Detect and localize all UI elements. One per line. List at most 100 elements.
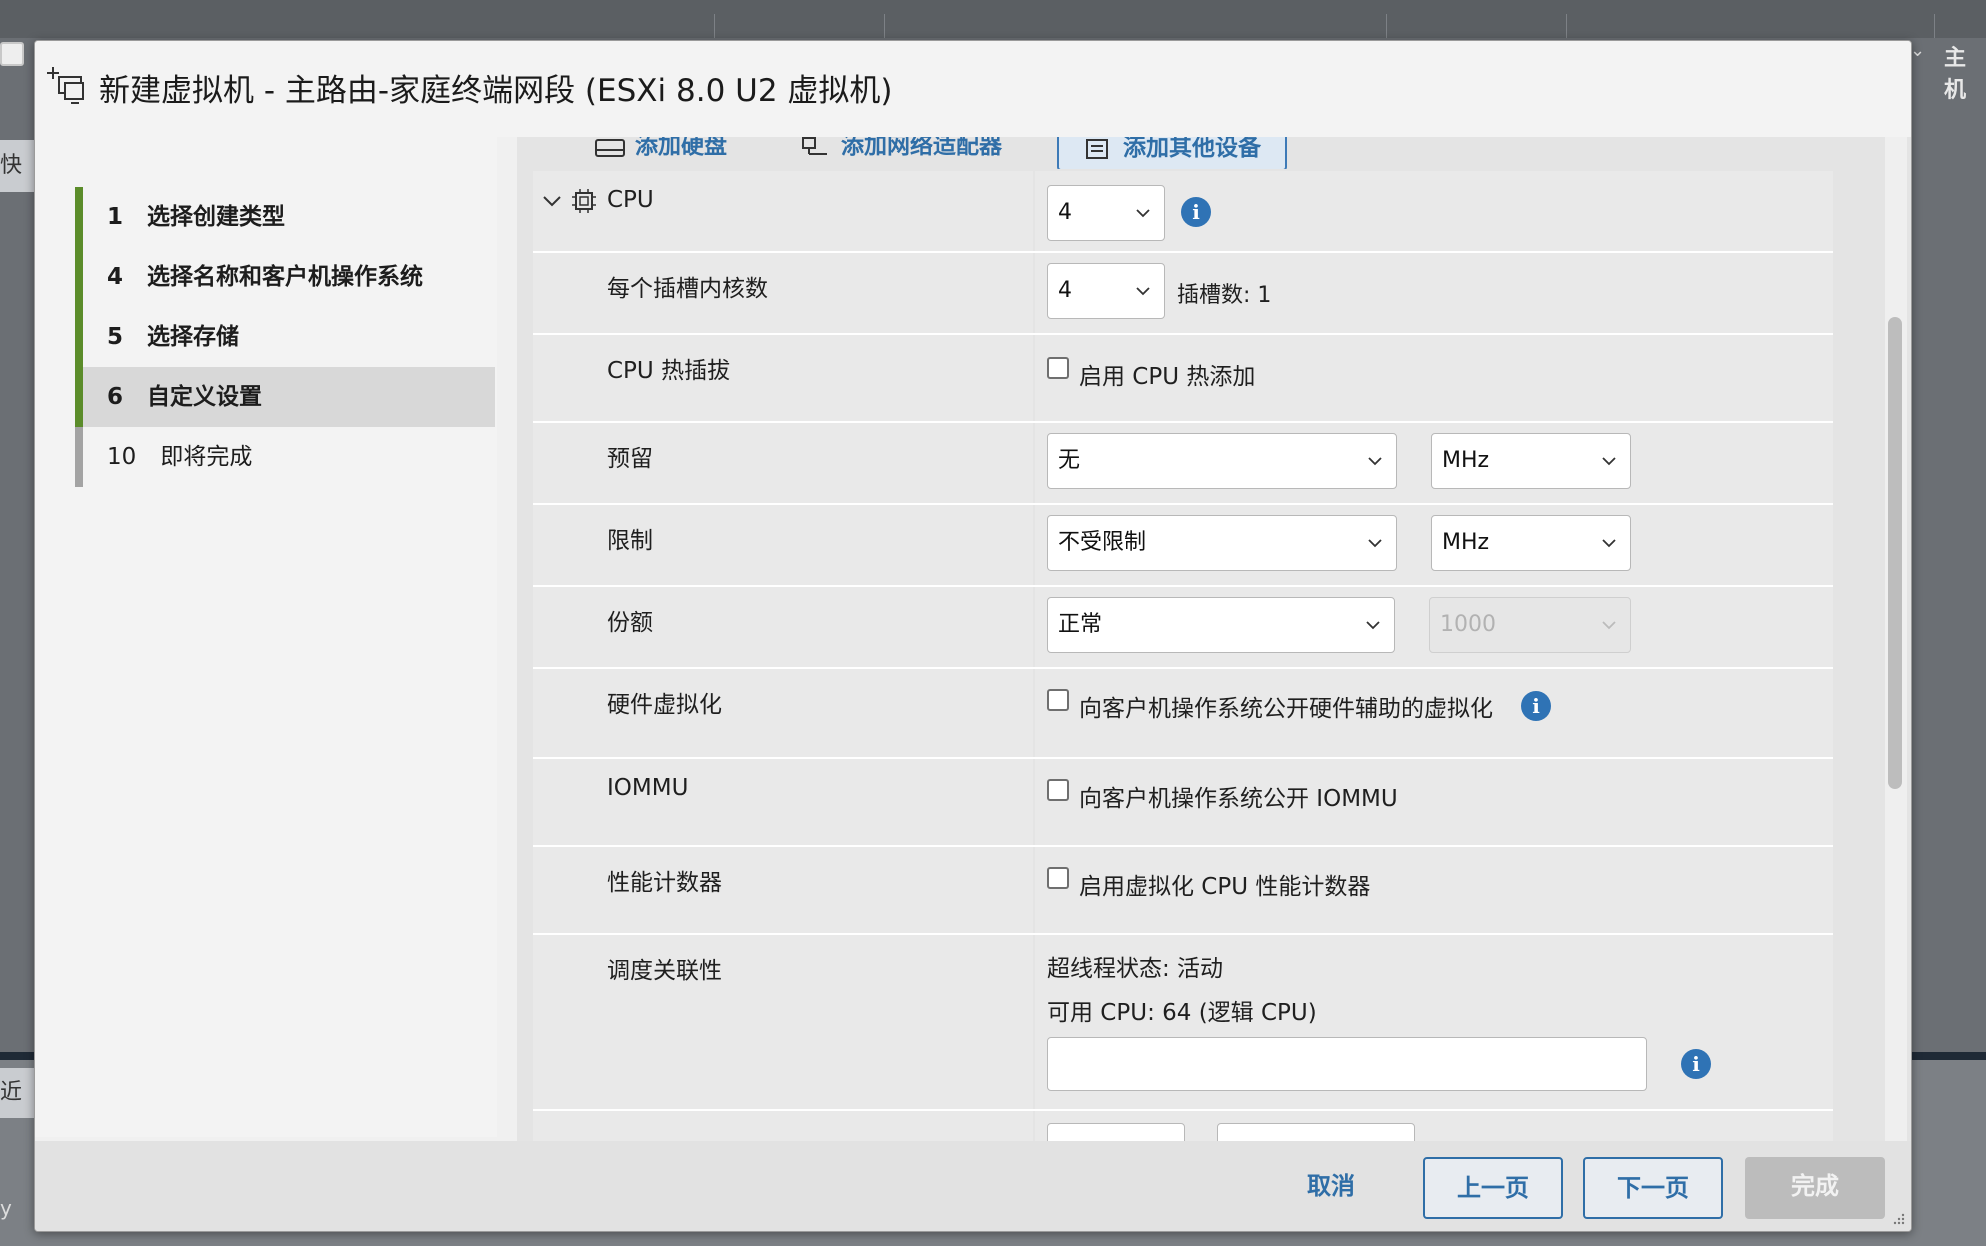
cpu-limit-value: 不受限制 [1058,530,1147,555]
add-network-adapter-label: 添加网络适配器 [841,137,1002,159]
iommu-checkbox[interactable] [1047,779,1069,801]
cpu-shares-number: 1000 [1440,612,1496,637]
cpu-hot-add-checkbox[interactable] [1047,357,1069,379]
step-label: 选择名称和客户机操作系统 [147,264,424,290]
background-quick-filter-tab[interactable]: 快过 [0,140,34,192]
performance-counters-label: 性能计数器 [607,870,722,896]
cpu-shares-row: 份额 正常 1000 [533,587,1833,669]
add-network-adapter-button[interactable]: 添加网络适配器 [801,137,1002,167]
cpu-limit-unit: MHz [1442,530,1490,555]
cpu-reservation-unit-select[interactable]: MHz [1431,433,1631,489]
step-number: 1 [107,204,124,230]
cpu-hotplug-label: CPU 热插拔 [607,358,731,384]
settings-scrollbar-thumb[interactable] [1888,317,1902,789]
cpu-section-label: CPU [607,187,654,213]
background-select-all-checkbox[interactable] [0,42,24,66]
step-progress-bar [75,307,83,367]
hardware-virtualization-checkbox[interactable] [1047,689,1069,711]
scheduling-affinity-info-icon[interactable]: i [1681,1049,1711,1079]
wizard-step-storage[interactable]: 5 选择存储 [75,307,495,367]
cpu-shares-select[interactable]: 正常 [1047,597,1395,653]
scheduling-affinity-label: 调度关联性 [607,958,722,984]
wizard-step-ready-to-complete[interactable]: 10 即将完成 [75,427,495,487]
performance-counters-row: 性能计数器 启用虚拟化 CPU 性能计数器 [533,847,1833,935]
cpu-count-info-icon[interactable]: i [1181,197,1211,227]
next-setting-select[interactable] [1047,1123,1185,1141]
iommu-checkbox-label: 向客户机操作系统公开 IOMMU [1079,786,1398,812]
cores-per-socket-row: 每个插槽内核数 4 插槽数: 1 [533,253,1833,335]
step-progress-bar [75,247,83,307]
cpu-hot-add-label: 启用 CPU 热添加 [1079,364,1256,390]
cpu-reservation-row: 预留 无 MHz [533,423,1833,505]
wizard-steps: 1 选择创建类型 4 选择名称和客户机操作系统 5 选择存储 6 自定义设置 1… [35,137,497,1137]
wizard-step-name-and-os[interactable]: 4 选择名称和客户机操作系统 [75,247,495,307]
cpu-count-value: 4 [1058,200,1072,225]
chevron-down-icon [1136,209,1150,218]
cpu-limit-select[interactable]: 不受限制 [1047,515,1397,571]
cancel-button[interactable]: 取消 [1261,1157,1401,1219]
resize-grip-icon[interactable] [1891,1211,1905,1225]
iommu-label: IOMMU [607,775,689,801]
add-other-device-label: 添加其他设备 [1123,137,1261,161]
bg-divider [714,14,715,38]
other-device-icon [1086,138,1108,159]
next-setting-unit-select[interactable] [1217,1123,1415,1141]
cores-per-socket-select[interactable]: 4 [1047,263,1165,319]
chevron-down-icon [1368,457,1382,466]
cpu-limit-row: 限制 不受限制 MHz [533,505,1833,587]
step-progress-bar [75,427,83,487]
iommu-row: IOMMU 向客户机操作系统公开 IOMMU [533,759,1833,847]
hardware-virtualization-info-icon[interactable]: i [1521,691,1551,721]
step-label: 即将完成 [160,444,253,470]
step-number: 5 [107,324,124,350]
performance-counters-checkbox-label: 启用虚拟化 CPU 性能计数器 [1079,874,1371,900]
add-device-toolbar: 添加硬盘 添加网络适配器 添加其他设备 [517,137,1911,169]
wizard-step-customize[interactable]: 6 自定义设置 [75,367,495,427]
cpu-reservation-select[interactable]: 无 [1047,433,1397,489]
cpu-count-select[interactable]: 4 [1047,185,1165,241]
background-chevron-down-icon: ⌄ [1910,40,1926,61]
next-setting-row [533,1111,1833,1141]
chevron-down-icon [1366,621,1380,630]
cores-per-socket-label: 每个插槽内核数 [607,276,768,302]
wizard-step-create-type[interactable]: 1 选择创建类型 [75,187,495,247]
dialog-header: 新建虚拟机 - 主路由-家庭终端网段 (ESXi 8.0 U2 虚拟机) [35,41,1911,137]
scheduling-affinity-row: 调度关联性 超线程状态: 活动 可用 CPU: 64 (逻辑 CPU) i [533,935,1833,1111]
hard-disk-icon [595,138,625,157]
cpu-shares-label: 份额 [607,610,653,636]
cpu-reservation-unit: MHz [1442,448,1490,473]
step-label: 自定义设置 [147,384,263,410]
cpu-limit-unit-select[interactable]: MHz [1431,515,1631,571]
step-progress-bar [75,187,83,247]
step-label: 选择存储 [147,324,240,350]
chevron-down-icon [1602,539,1616,548]
chevron-down-icon [1602,621,1616,630]
performance-counters-checkbox[interactable] [1047,867,1069,889]
bg-divider [1386,14,1387,38]
bg-divider [884,14,885,38]
cpu-reservation-label: 预留 [607,446,653,472]
hardware-virtualization-label: 硬件虚拟化 [607,692,722,718]
network-adapter-icon [802,137,827,155]
chevron-down-icon [1136,287,1150,296]
hardware-virtualization-checkbox-label: 向客户机操作系统公开硬件辅助的虚拟化 [1079,696,1493,722]
cpu-count-row: CPU 4 i [533,171,1833,253]
back-button[interactable]: 上一页 [1423,1157,1563,1219]
finish-button: 完成 [1745,1157,1885,1219]
cpu-shares-number-select: 1000 [1429,597,1631,653]
available-cpu-text: 可用 CPU: 64 (逻辑 CPU) [1047,1000,1317,1026]
background-recent-tasks-tab[interactable]: 近期 [0,1068,34,1118]
next-button[interactable]: 下一页 [1583,1157,1723,1219]
bg-divider [1566,14,1567,38]
add-other-device-button[interactable]: 添加其他设备 [1057,137,1287,169]
cpu-section-toggle[interactable]: CPU [541,187,654,214]
hyperthreading-status-text: 超线程状态: 活动 [1047,956,1224,982]
cpu-reservation-value: 无 [1058,448,1081,473]
scheduling-affinity-input[interactable] [1047,1037,1647,1091]
bg-divider [1934,14,1935,38]
cpu-shares-value: 正常 [1058,612,1103,637]
step-number: 6 [107,384,124,410]
add-hard-disk-button[interactable]: 添加硬盘 [595,137,727,167]
new-vm-dialog: 新建虚拟机 - 主路由-家庭终端网段 (ESXi 8.0 U2 虚拟机) 1 选… [34,40,1912,1232]
dialog-title: 新建虚拟机 - 主路由-家庭终端网段 (ESXi 8.0 U2 虚拟机) [99,73,893,109]
